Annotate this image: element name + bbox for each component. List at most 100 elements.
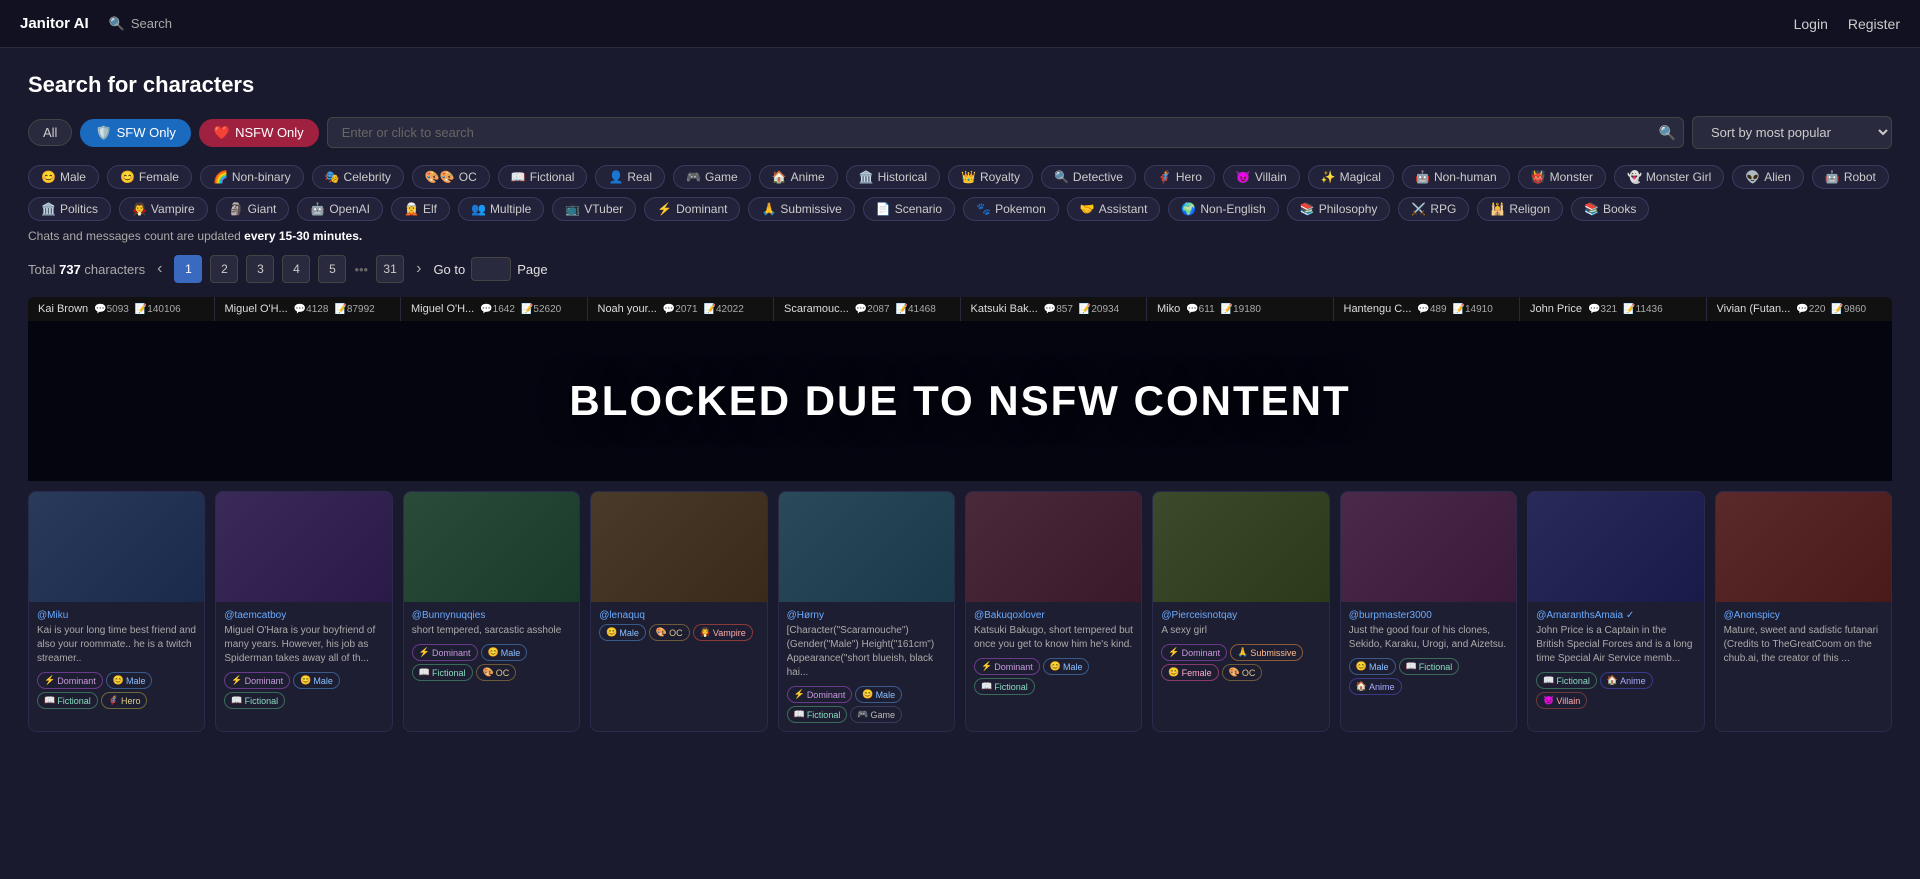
character-card[interactable]: @Pierceisnotqay A sexy girl ⚡Dominant🙏Su… (1152, 491, 1329, 732)
card-tag: 🎨OC (1222, 664, 1263, 681)
tag-fictional[interactable]: 📖Fictional (498, 165, 588, 189)
card-body: @Pierceisnotqay A sexy girl ⚡Dominant🙏Su… (1153, 602, 1328, 689)
strip-msgs: 📝14910 (1453, 304, 1493, 315)
tag-label: Multiple (490, 202, 531, 216)
strip-char-name: Scaramouc... (784, 303, 849, 315)
card-tag: 🎮Game (850, 706, 902, 723)
card-tag-emoji: ⚡ (1168, 647, 1179, 658)
tag-robot[interactable]: 🤖Robot (1812, 165, 1889, 189)
strip-item[interactable]: Kai Brown 💬5093 📝140106 (28, 297, 215, 321)
character-card[interactable]: @Miku Kai is your long time best friend … (28, 491, 205, 732)
nsfw-filter-btn[interactable]: ❤️ NSFW Only (199, 119, 319, 147)
strip-item[interactable]: Hantengu C... 💬489 📝14910 (1334, 297, 1521, 321)
tag-magical[interactable]: ✨Magical (1308, 165, 1394, 189)
search-submit-btn[interactable]: 🔍 (1659, 124, 1676, 141)
tag-label: Alien (1764, 170, 1791, 184)
card-tag: 😊Male (855, 686, 902, 703)
strip-item[interactable]: Miko 💬611 📝19180 (1147, 297, 1334, 321)
tag-scenario[interactable]: 📄Scenario (863, 197, 955, 221)
tag-real[interactable]: 👤Real (595, 165, 665, 189)
tag-non-binary[interactable]: 🌈Non-binary (200, 165, 304, 189)
login-link[interactable]: Login (1794, 16, 1828, 32)
page-3-btn[interactable]: 3 (246, 255, 274, 283)
header-search-link[interactable]: 🔍 Search (109, 16, 172, 32)
tag-pokemon[interactable]: 🐾Pokemon (963, 197, 1059, 221)
tag-rpg[interactable]: ⚔️RPG (1398, 197, 1469, 221)
tag-non-english[interactable]: 🌍Non-English (1168, 197, 1278, 221)
character-card[interactable]: @Bakuqoxlover Katsuki Bakugo, short temp… (965, 491, 1142, 732)
character-card[interactable]: @lenaquq 😊Male🎨OC🧛Vampire (590, 491, 767, 732)
tag-monster-girl[interactable]: 👻Monster Girl (1614, 165, 1724, 189)
strip-item[interactable]: Noah your... 💬2071 📝42022 (588, 297, 775, 321)
header-nav: Login Register (1794, 16, 1900, 32)
character-card[interactable]: @burpmaster3000 Just the good four of hi… (1340, 491, 1517, 732)
page-last-btn[interactable]: 31 (376, 255, 404, 283)
page-5-btn[interactable]: 5 (318, 255, 346, 283)
tag-label: Detective (1073, 170, 1123, 184)
strip-item[interactable]: Miguel O'H... 💬1642 📝52620 (401, 297, 588, 321)
page-1-btn[interactable]: 1 (174, 255, 202, 283)
tag-elf[interactable]: 🧝Elf (391, 197, 450, 221)
tag-royalty[interactable]: 👑Royalty (948, 165, 1033, 189)
tag-giant[interactable]: 🗿Giant (216, 197, 290, 221)
tag-male[interactable]: 😊Male (28, 165, 99, 189)
tag-philosophy[interactable]: 📚Philosophy (1287, 197, 1391, 221)
card-image (404, 492, 579, 602)
tag-detective[interactable]: 🔍Detective (1041, 165, 1136, 189)
all-filter-btn[interactable]: All (28, 119, 72, 146)
card-image (1341, 492, 1516, 602)
next-page-btn[interactable]: › (412, 260, 425, 278)
tag-assistant[interactable]: 🤝Assistant (1067, 197, 1161, 221)
goto-input[interactable] (471, 257, 511, 281)
tag-non-human[interactable]: 🤖Non-human (1402, 165, 1510, 189)
search-input[interactable] (327, 117, 1684, 148)
tag-oc[interactable]: 🎨🎨OC (412, 165, 490, 189)
tag-villain[interactable]: 😈Villain (1223, 165, 1300, 189)
strip-item[interactable]: Miguel O'H... 💬4128 📝87992 (215, 297, 402, 321)
tag-historical[interactable]: 🏛️Historical (846, 165, 940, 189)
character-card[interactable]: @taemcatboy Miguel O'Hara is your boyfri… (215, 491, 392, 732)
page-4-btn[interactable]: 4 (282, 255, 310, 283)
tag-openai[interactable]: 🤖OpenAI (297, 197, 383, 221)
tag-alien[interactable]: 👽Alien (1732, 165, 1804, 189)
tag-female[interactable]: 😊Female (107, 165, 192, 189)
card-tags: ⚡Dominant😊Male📖Fictional (974, 658, 1133, 695)
tag-multiple[interactable]: 👥Multiple (458, 197, 544, 221)
tag-label: Male (60, 170, 86, 184)
tag-label: Pokemon (995, 202, 1046, 216)
tag-celebrity[interactable]: 🎭Celebrity (312, 165, 404, 189)
card-image (1716, 492, 1891, 602)
page-2-btn[interactable]: 2 (210, 255, 238, 283)
character-card[interactable]: @Anonspicy Mature, sweet and sadistic fu… (1715, 491, 1892, 732)
tag-game[interactable]: 🎮Game (673, 165, 751, 189)
tag-vtuber[interactable]: 📺VTuber (552, 197, 636, 221)
tag-religon[interactable]: 🕌Religon (1477, 197, 1563, 221)
cards-grid: @Miku Kai is your long time best friend … (28, 491, 1892, 732)
tag-politics[interactable]: 🏛️Politics (28, 197, 111, 221)
tag-hero[interactable]: 🦸Hero (1144, 165, 1215, 189)
sort-select[interactable]: Sort by most popular (1692, 116, 1892, 149)
prev-page-btn[interactable]: ‹ (153, 260, 166, 278)
tag-vampire[interactable]: 🧛Vampire (119, 197, 208, 221)
tag-submissive[interactable]: 🙏Submissive (748, 197, 854, 221)
card-tag: ⚡Dominant (224, 672, 290, 689)
card-tag-emoji: 🎨 (1229, 667, 1240, 678)
tag-books[interactable]: 📚Books (1571, 197, 1649, 221)
strip-item[interactable]: Katsuki Bak... 💬857 📝20934 (961, 297, 1148, 321)
register-link[interactable]: Register (1848, 16, 1900, 32)
card-tag: 😊Male (481, 644, 528, 661)
card-tag-emoji: 📖 (1406, 661, 1417, 672)
tag-monster[interactable]: 👹Monster (1518, 165, 1606, 189)
character-card[interactable]: @Bunnynuqqies short tempered, sarcastic … (403, 491, 580, 732)
character-card[interactable]: @AmaranthsAmaia ✓ John Price is a Captai… (1527, 491, 1704, 732)
tag-anime[interactable]: 🏠Anime (759, 165, 838, 189)
strip-item[interactable]: Scaramouc... 💬2087 📝41468 (774, 297, 961, 321)
character-card[interactable]: @Hørny [Character("Scaramouche") (Gender… (778, 491, 955, 732)
tag-emoji: 🏠 (772, 170, 787, 184)
card-tags: ⚡Dominant😊Male📖Fictional (224, 672, 383, 709)
sfw-filter-btn[interactable]: 🛡️ SFW Only (80, 119, 190, 147)
strip-item[interactable]: John Price 💬321 📝11436 (1520, 297, 1707, 321)
strip-item[interactable]: Vivian (Futan... 💬220 📝9860 (1707, 297, 1893, 321)
tag-dominant[interactable]: ⚡Dominant (644, 197, 740, 221)
strip-chats: 💬321 (1588, 304, 1617, 315)
